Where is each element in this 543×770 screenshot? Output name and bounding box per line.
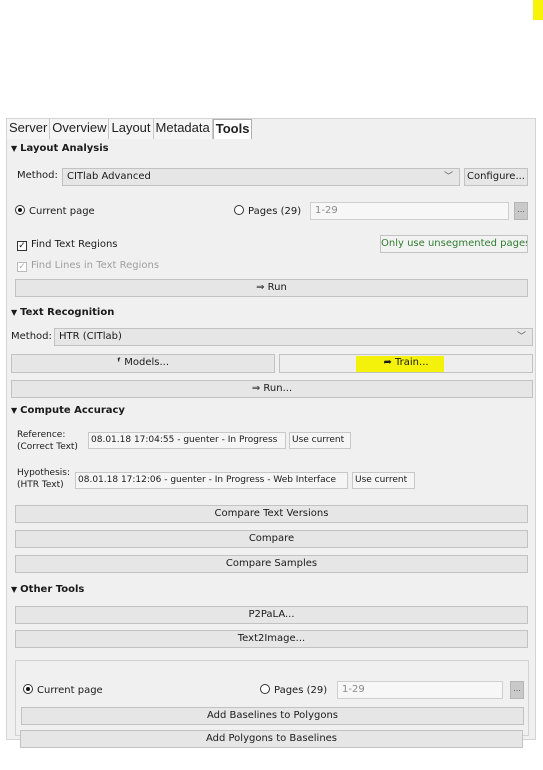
triangle-down-icon: ▼ [11,308,18,317]
tools-pages-radio[interactable]: Pages (29) [260,684,327,696]
htr-run-button[interactable]: ⇒ Run... [11,380,533,398]
layout-pages-more-button[interactable]: ... [514,202,528,220]
compare-button[interactable]: Compare [15,530,528,548]
compute-accuracy-header[interactable]: ▼ Compute Accuracy [11,405,125,416]
configure-button[interactable]: Configure... [464,168,528,186]
triangle-down-icon: ▼ [11,144,18,153]
reference-use-current-button[interactable]: Use current [289,432,351,449]
tab-server[interactable]: Server [7,119,51,139]
text2image-button[interactable]: Text2Image... [15,630,528,648]
radio-selected-icon [23,684,33,694]
p2pala-button[interactable]: P2PaLA... [15,606,528,624]
reference-sublabel: (Correct Text) [17,442,78,452]
tools-current-page-radio[interactable]: Current page [23,684,103,696]
layout-current-page-radio[interactable]: Current page [15,205,95,217]
train-arrow-icon: ➦ [383,357,396,368]
layout-method-select[interactable]: CITlab Advanced ﹀ [62,168,460,186]
triangle-down-icon: ▼ [11,585,18,594]
layout-pages-radio[interactable]: Pages (29) [234,205,301,217]
compare-samples-button[interactable]: Compare Samples [15,555,528,573]
reference-label: Reference: [17,430,66,440]
train-button[interactable]: ➦ Train... [279,354,533,373]
radio-icon [260,684,270,694]
other-tools-header[interactable]: ▼ Other Tools [11,584,84,595]
reference-select[interactable]: 08.01.18 17:04:55 - guenter - In Progres… [88,432,286,449]
chevron-down-icon: ﹀ [516,332,526,342]
hypothesis-sublabel: (HTR Text) [17,480,64,490]
layout-method-label: Method: [17,170,58,181]
text-recognition-header[interactable]: ▼ Text Recognition [11,307,114,318]
compare-text-versions-button[interactable]: Compare Text Versions [15,505,528,523]
tab-tools[interactable]: Tools [212,119,253,139]
tab-layout[interactable]: Layout [109,119,154,139]
htr-method-select[interactable]: HTR (CITlab) ﹀ [54,328,533,346]
tools-pages-more-button[interactable]: ... [510,681,524,699]
chevron-down-icon: ﹀ [443,172,453,182]
tools-panel: Server Overview Layout Metadata Tools ▼ L… [6,118,536,740]
radio-selected-icon [15,205,25,215]
radio-icon [234,205,244,215]
tools-pages-input[interactable]: 1-29 [337,681,503,699]
hypothesis-select[interactable]: 08.01.18 17:12:06 - guenter - In Progres… [75,472,348,489]
layout-pages-input[interactable]: 1-29 [310,202,509,220]
find-lines-checkbox[interactable]: ✓ Find Lines in Text Regions [17,260,159,272]
highlight-mark [533,0,543,20]
hypothesis-label: Hypothesis: [17,468,70,478]
hypothesis-use-current-button[interactable]: Use current [352,472,415,489]
models-button[interactable]: ᶠ Models... [11,354,275,373]
find-text-regions-checkbox[interactable]: ✓ Find Text Regions [17,239,118,251]
tab-overview[interactable]: Overview [50,119,110,139]
add-baselines-button[interactable]: Add Baselines to Polygons [21,707,524,725]
tab-bar: Server Overview Layout Metadata Tools [7,119,253,139]
htr-method-label: Method: [11,331,52,342]
layout-analysis-header[interactable]: ▼ Layout Analysis [11,143,109,154]
checkmark-icon: ✓ [17,241,27,251]
tab-metadata[interactable]: Metadata [153,119,213,139]
layout-run-button[interactable]: ⇒ Run [15,279,528,297]
add-polygons-button[interactable]: Add Polygons to Baselines [20,730,523,748]
checkmark-disabled-icon: ✓ [17,262,27,272]
triangle-down-icon: ▼ [11,406,18,415]
only-unsegmented-button[interactable]: Only use unsegmented pages [380,235,528,253]
